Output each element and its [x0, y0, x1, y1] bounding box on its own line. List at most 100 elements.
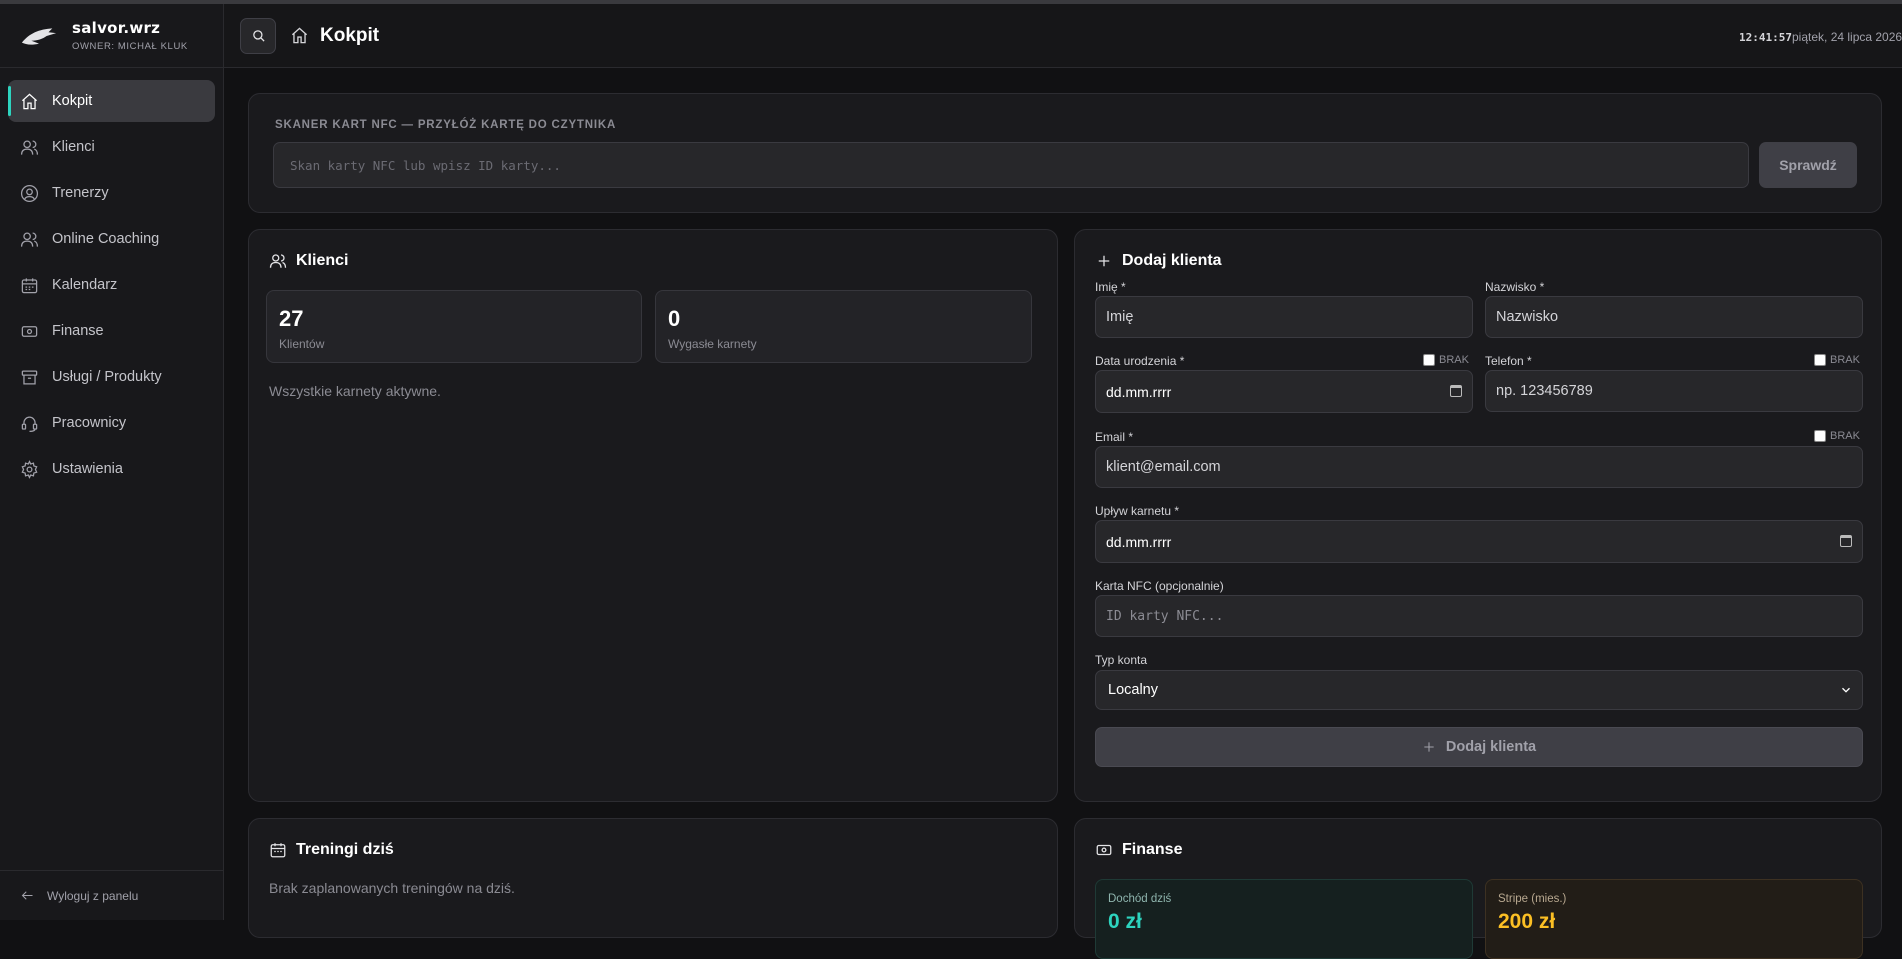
sidebar-item-label: Klienci — [52, 139, 95, 155]
clients-card-title: Klienci — [296, 252, 349, 269]
home-icon — [21, 93, 38, 109]
stat-label: Wygasłe karnety — [668, 337, 757, 351]
calendar-icon — [270, 843, 286, 858]
check-button[interactable]: Sprawdź — [1759, 142, 1857, 188]
nfc-card-input[interactable]: ID karty NFC... — [1095, 595, 1863, 637]
email-label: Email * — [1095, 430, 1134, 444]
nfc-card-label: Karta NFC (opcjonalnie) — [1095, 579, 1224, 593]
logout-label: Wyloguj z panelu — [47, 888, 139, 903]
first-name-label: Imię * — [1095, 280, 1126, 294]
sidebar-item-label: Kalendarz — [52, 277, 118, 293]
users-icon — [20, 140, 39, 155]
nfc-scan-input[interactable] — [273, 142, 1749, 188]
finance-card-title: Finanse — [1122, 841, 1183, 858]
birth-date-label: Data urodzenia * — [1095, 354, 1185, 368]
main-content: SKANER KART NFC — PRZYŁÓŻ KARTĘ DO CZYTN… — [224, 69, 1902, 959]
trainings-today-card: Treningi dziś Brak zaplanowanych trening… — [248, 818, 1058, 938]
birth-date-none-checkbox[interactable]: BRAK — [1423, 354, 1469, 366]
income-today-value: 0 zł — [1108, 910, 1142, 933]
nfc-scanner-title: SKANER KART NFC — PRZYŁÓŻ KARTĘ DO CZYTN… — [275, 119, 617, 131]
search-button[interactable] — [240, 17, 276, 54]
checkbox-icon — [1423, 354, 1435, 366]
date-value: dd.mm.rrrr — [1106, 533, 1172, 550]
pass-expiry-input[interactable]: dd.mm.rrrr — [1095, 520, 1863, 563]
checkbox-label: BRAK — [1439, 354, 1469, 366]
sidebar-item-label: Ustawienia — [52, 461, 123, 477]
gear-icon — [21, 459, 38, 479]
sidebar-item-uslugi-produkty[interactable]: Usługi / Produkty — [8, 356, 215, 398]
stat-expired-passes: 0 Wygasłe karnety — [655, 290, 1032, 363]
topbar: Kokpit 12:41:57 piątek, 24 lipca 2026 — [224, 4, 1902, 68]
arrow-left-icon — [21, 891, 33, 900]
sidebar-item-kokpit[interactable]: Kokpit — [8, 80, 215, 122]
clients-card: Klienci 27 Klientów 0 Wygasłe karnety Ws… — [248, 229, 1058, 802]
brand-name: salvor.wrz — [72, 19, 161, 37]
email-input[interactable]: klient@email.com — [1095, 446, 1863, 488]
users-icon — [269, 254, 287, 268]
plus-icon — [1424, 742, 1434, 752]
sidebar-item-label: Finanse — [52, 323, 104, 339]
calendar-icon[interactable] — [1840, 535, 1852, 547]
trainings-note: Brak zaplanowanych treningów na dziś. — [269, 880, 515, 896]
account-type-select[interactable]: Localny — [1095, 670, 1863, 710]
nfc-scanner-card: SKANER KART NFC — PRZYŁÓŻ KARTĘ DO CZYTN… — [248, 93, 1882, 213]
calendar-icon — [21, 277, 38, 293]
phone-none-checkbox[interactable]: BRAK — [1814, 354, 1860, 366]
sidebar-item-label: Online Coaching — [52, 231, 160, 247]
users-icon — [20, 232, 39, 247]
income-today-box: Dochód dziś 0 zł — [1095, 879, 1473, 959]
add-client-card: Dodaj klienta Imię * Imię Nazwisko * Naz… — [1074, 229, 1882, 802]
banknote-icon — [21, 325, 38, 337]
trainings-card-header: Treningi dziś — [269, 841, 394, 859]
current-date: piątek, 24 lipca 2026 — [1792, 30, 1902, 44]
brand: salvor.wrz OWNER: MICHAŁ KLUK — [0, 4, 223, 68]
stat-clients-count: 27 Klientów — [266, 290, 642, 363]
checkbox-label: BRAK — [1830, 430, 1860, 442]
home-icon — [291, 27, 308, 44]
sidebar-item-ustawienia[interactable]: Ustawienia — [8, 448, 215, 490]
sidebar-item-klienci[interactable]: Klienci — [8, 126, 215, 168]
plus-icon — [1098, 255, 1110, 267]
sidebar-nav: Kokpit Klienci Trenerzy Online Coaching … — [0, 68, 223, 506]
birth-date-input[interactable]: dd.mm.rrrr — [1095, 370, 1473, 413]
clock: 12:41:57 — [1739, 31, 1792, 44]
sidebar-item-label: Pracownicy — [52, 415, 127, 431]
trainings-card-title: Treningi dziś — [296, 841, 394, 858]
income-today-label: Dochód dziś — [1108, 893, 1172, 905]
chevron-down-icon — [1842, 687, 1850, 693]
sidebar-item-online-coaching[interactable]: Online Coaching — [8, 218, 215, 260]
add-client-button[interactable]: Dodaj klienta — [1095, 727, 1863, 767]
stat-value: 27 — [279, 306, 304, 331]
first-name-input[interactable]: Imię — [1095, 296, 1473, 338]
sidebar: salvor.wrz OWNER: MICHAŁ KLUK Kokpit Kli… — [0, 4, 224, 920]
last-name-input[interactable]: Nazwisko — [1485, 296, 1863, 338]
last-name-label: Nazwisko * — [1485, 280, 1545, 294]
sidebar-item-trenerzy[interactable]: Trenerzy — [8, 172, 215, 214]
sidebar-item-finanse[interactable]: Finanse — [8, 310, 215, 352]
banknote-icon — [1096, 844, 1112, 856]
add-client-header: Dodaj klienta — [1095, 252, 1222, 270]
sidebar-item-pracownicy[interactable]: Pracownicy — [8, 402, 215, 444]
account-type-label: Typ konta — [1095, 653, 1148, 667]
logo-icon — [21, 27, 57, 45]
logout-button[interactable]: Wyloguj z panelu — [0, 870, 224, 920]
clients-card-header: Klienci — [269, 252, 348, 270]
stat-label: Klientów — [279, 337, 325, 351]
selected-value: Localny — [1108, 682, 1158, 698]
sidebar-item-label: Kokpit — [52, 93, 93, 109]
headset-icon — [21, 416, 38, 432]
email-none-checkbox[interactable]: BRAK — [1814, 430, 1860, 442]
checkbox-icon — [1814, 430, 1826, 442]
finance-card-header: Finanse — [1095, 841, 1182, 859]
stat-value: 0 — [668, 306, 681, 331]
add-client-title: Dodaj klienta — [1122, 252, 1222, 269]
phone-input[interactable]: np. 123456789 — [1485, 370, 1863, 412]
checkbox-label: BRAK — [1830, 354, 1860, 366]
sidebar-item-kalendarz[interactable]: Kalendarz — [8, 264, 215, 306]
calendar-icon[interactable] — [1450, 385, 1462, 397]
finance-card: Finanse Dochód dziś 0 zł Stripe (mies.) … — [1074, 818, 1882, 959]
date-value: dd.mm.rrrr — [1106, 383, 1172, 400]
page-title: Kokpit — [320, 24, 380, 46]
user-circle-icon — [20, 184, 39, 202]
add-client-button-label: Dodaj klienta — [1445, 739, 1537, 755]
